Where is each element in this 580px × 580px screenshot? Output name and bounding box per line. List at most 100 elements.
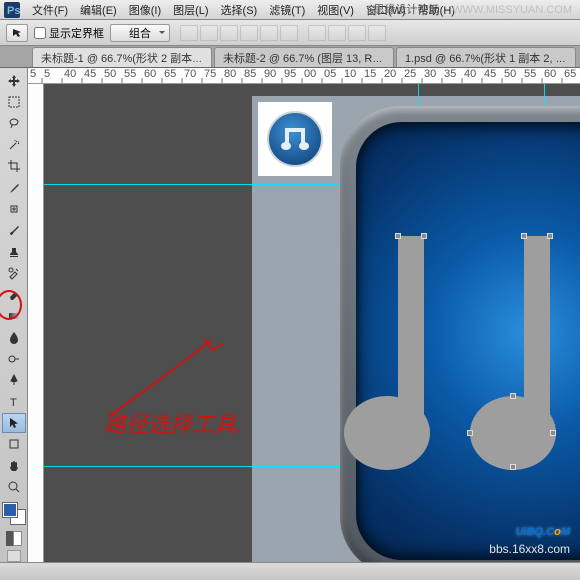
ruler-tick-label: 40 [64, 68, 76, 80]
ruler-tick-label: 55 [524, 68, 536, 80]
align-button[interactable] [180, 25, 198, 41]
hand-tool[interactable] [2, 456, 26, 475]
annotation-text: 路径选择工具. [104, 412, 242, 437]
document-tab[interactable]: 未标题-2 @ 66.7% (图层 13, RGB/8) *× [214, 47, 394, 67]
shape-tool[interactable] [2, 435, 26, 454]
path-shape-head[interactable] [344, 396, 430, 470]
wand-tool[interactable] [2, 135, 26, 154]
svg-text:T: T [10, 397, 17, 409]
distribute-button[interactable] [368, 25, 386, 41]
menu-image[interactable]: 图像(I) [123, 2, 167, 18]
path-anchor[interactable] [521, 233, 527, 239]
menu-select[interactable]: 选择(S) [215, 2, 264, 18]
vertical-ruler[interactable] [28, 84, 44, 562]
stamp-tool[interactable] [2, 242, 26, 261]
ruler-tick-label: 10 [344, 68, 356, 80]
menu-file[interactable]: 文件(F) [26, 2, 74, 18]
tab-label: 未标题-2 @ 66.7% (图层 13, RGB/8) * [223, 53, 394, 65]
align-button[interactable] [240, 25, 258, 41]
distribute-button[interactable] [308, 25, 326, 41]
zoom-tool[interactable] [2, 477, 26, 496]
ruler-tick-label: 65 [564, 68, 576, 80]
status-bar [0, 562, 580, 580]
path-selection-tool[interactable] [2, 413, 26, 432]
history-brush-tool[interactable] [2, 264, 26, 283]
ruler-tick-label: 80 [224, 68, 236, 80]
ruler-tick-label: 85 [244, 68, 256, 80]
lasso-tool[interactable] [2, 114, 26, 133]
watermark-url: bbs.16xx8.com [489, 542, 570, 556]
tool-preset-button[interactable] [6, 24, 28, 42]
crop-tool[interactable] [2, 157, 26, 176]
screen-mode-button[interactable] [7, 550, 21, 562]
brand-text: 思缘设计论坛 [373, 4, 439, 16]
align-button[interactable] [260, 25, 278, 41]
document-tab[interactable]: 未标题-1 @ 66.7%(形状 2 副本 2, 快速蒙版/8) *× [32, 47, 212, 67]
path-operations-label: 组合 [129, 25, 151, 41]
path-anchor[interactable] [421, 233, 427, 239]
path-anchor[interactable] [395, 233, 401, 239]
path-anchor[interactable] [510, 464, 516, 470]
show-transform-input[interactable] [34, 27, 46, 39]
ruler-tick-label: 30 [424, 68, 436, 80]
healing-tool[interactable] [2, 199, 26, 218]
tab-label: 1.psd @ 66.7%(形状 1 副本 2, RGB/8) * [405, 53, 576, 65]
distribute-button[interactable] [328, 25, 346, 41]
ruler-tick-label: 75 [204, 68, 216, 80]
path-anchor[interactable] [510, 393, 516, 399]
options-bar: 显示定界框 组合 [0, 20, 580, 46]
color-swatches[interactable] [2, 502, 26, 525]
ruler-tick-label: 05 [324, 68, 336, 80]
quick-mask-toggle[interactable] [6, 531, 22, 546]
document-tab[interactable]: 1.psd @ 66.7%(形状 1 副本 2, RGB/8) *× [396, 47, 576, 67]
path-operations-combo[interactable]: 组合 [110, 24, 170, 42]
ruler-tick-label: 45 [84, 68, 96, 80]
path-anchor[interactable] [467, 430, 473, 436]
ruler-tick-label: 00 [304, 68, 316, 80]
eyedropper-tool[interactable] [2, 178, 26, 197]
ps-logo-icon: Ps [4, 2, 20, 18]
path-anchor[interactable] [547, 233, 553, 239]
tab-label: 未标题-1 @ 66.7%(形状 2 副本 2, 快速蒙版/8) * [41, 53, 212, 65]
ruler-tick-label: 40 [464, 68, 476, 80]
ruler-tick-label: 15 [364, 68, 376, 80]
document-canvas[interactable] [252, 96, 580, 562]
ruler-tick-label: 20 [384, 68, 396, 80]
menu-view[interactable]: 视图(V) [311, 2, 360, 18]
path-shape-head[interactable] [470, 396, 556, 470]
type-tool[interactable]: T [2, 392, 26, 411]
align-button-group [180, 25, 298, 41]
pen-tool[interactable] [2, 370, 26, 389]
show-transform-label: 显示定界框 [49, 25, 104, 41]
music-note-icon [281, 128, 309, 150]
marquee-tool[interactable] [2, 92, 26, 111]
canvas-area[interactable]: 路径选择工具. [44, 84, 580, 562]
brand-url: WWW.MISSYUAN.COM [452, 4, 572, 16]
dodge-tool[interactable] [2, 349, 26, 368]
show-transform-checkbox[interactable]: 显示定界框 [34, 25, 104, 41]
move-tool[interactable] [2, 71, 26, 90]
horizontal-ruler[interactable]: 5 54045505560657075808590950005101520253… [28, 68, 580, 84]
menu-filter[interactable]: 滤镜(T) [263, 2, 311, 18]
ruler-tick-label: 25 [404, 68, 416, 80]
itunes-icon [267, 111, 323, 167]
ruler-tick-label: 90 [264, 68, 276, 80]
path-anchor[interactable] [550, 430, 556, 436]
ruler-tick-label: 65 [164, 68, 176, 80]
distribute-button[interactable] [348, 25, 366, 41]
ruler-tick-label: 45 [484, 68, 496, 80]
watermark-text: M [561, 526, 570, 538]
align-button[interactable] [200, 25, 218, 41]
document-tab-bar: 未标题-1 @ 66.7%(形状 2 副本 2, 快速蒙版/8) *× 未标题-… [0, 46, 580, 68]
align-button[interactable] [220, 25, 238, 41]
brush-tool[interactable] [2, 221, 26, 240]
reference-image [258, 102, 332, 176]
watermark-logo: UiBQ.CoM [489, 511, 570, 542]
menu-edit[interactable]: 编辑(E) [74, 2, 123, 18]
ruler-tick-label: 55 [124, 68, 136, 80]
annotation-arrow: 路径选择工具. [104, 384, 324, 447]
menu-layer[interactable]: 图层(L) [167, 2, 214, 18]
foreground-color-swatch[interactable] [3, 503, 17, 517]
blur-tool[interactable] [2, 328, 26, 347]
align-button[interactable] [280, 25, 298, 41]
